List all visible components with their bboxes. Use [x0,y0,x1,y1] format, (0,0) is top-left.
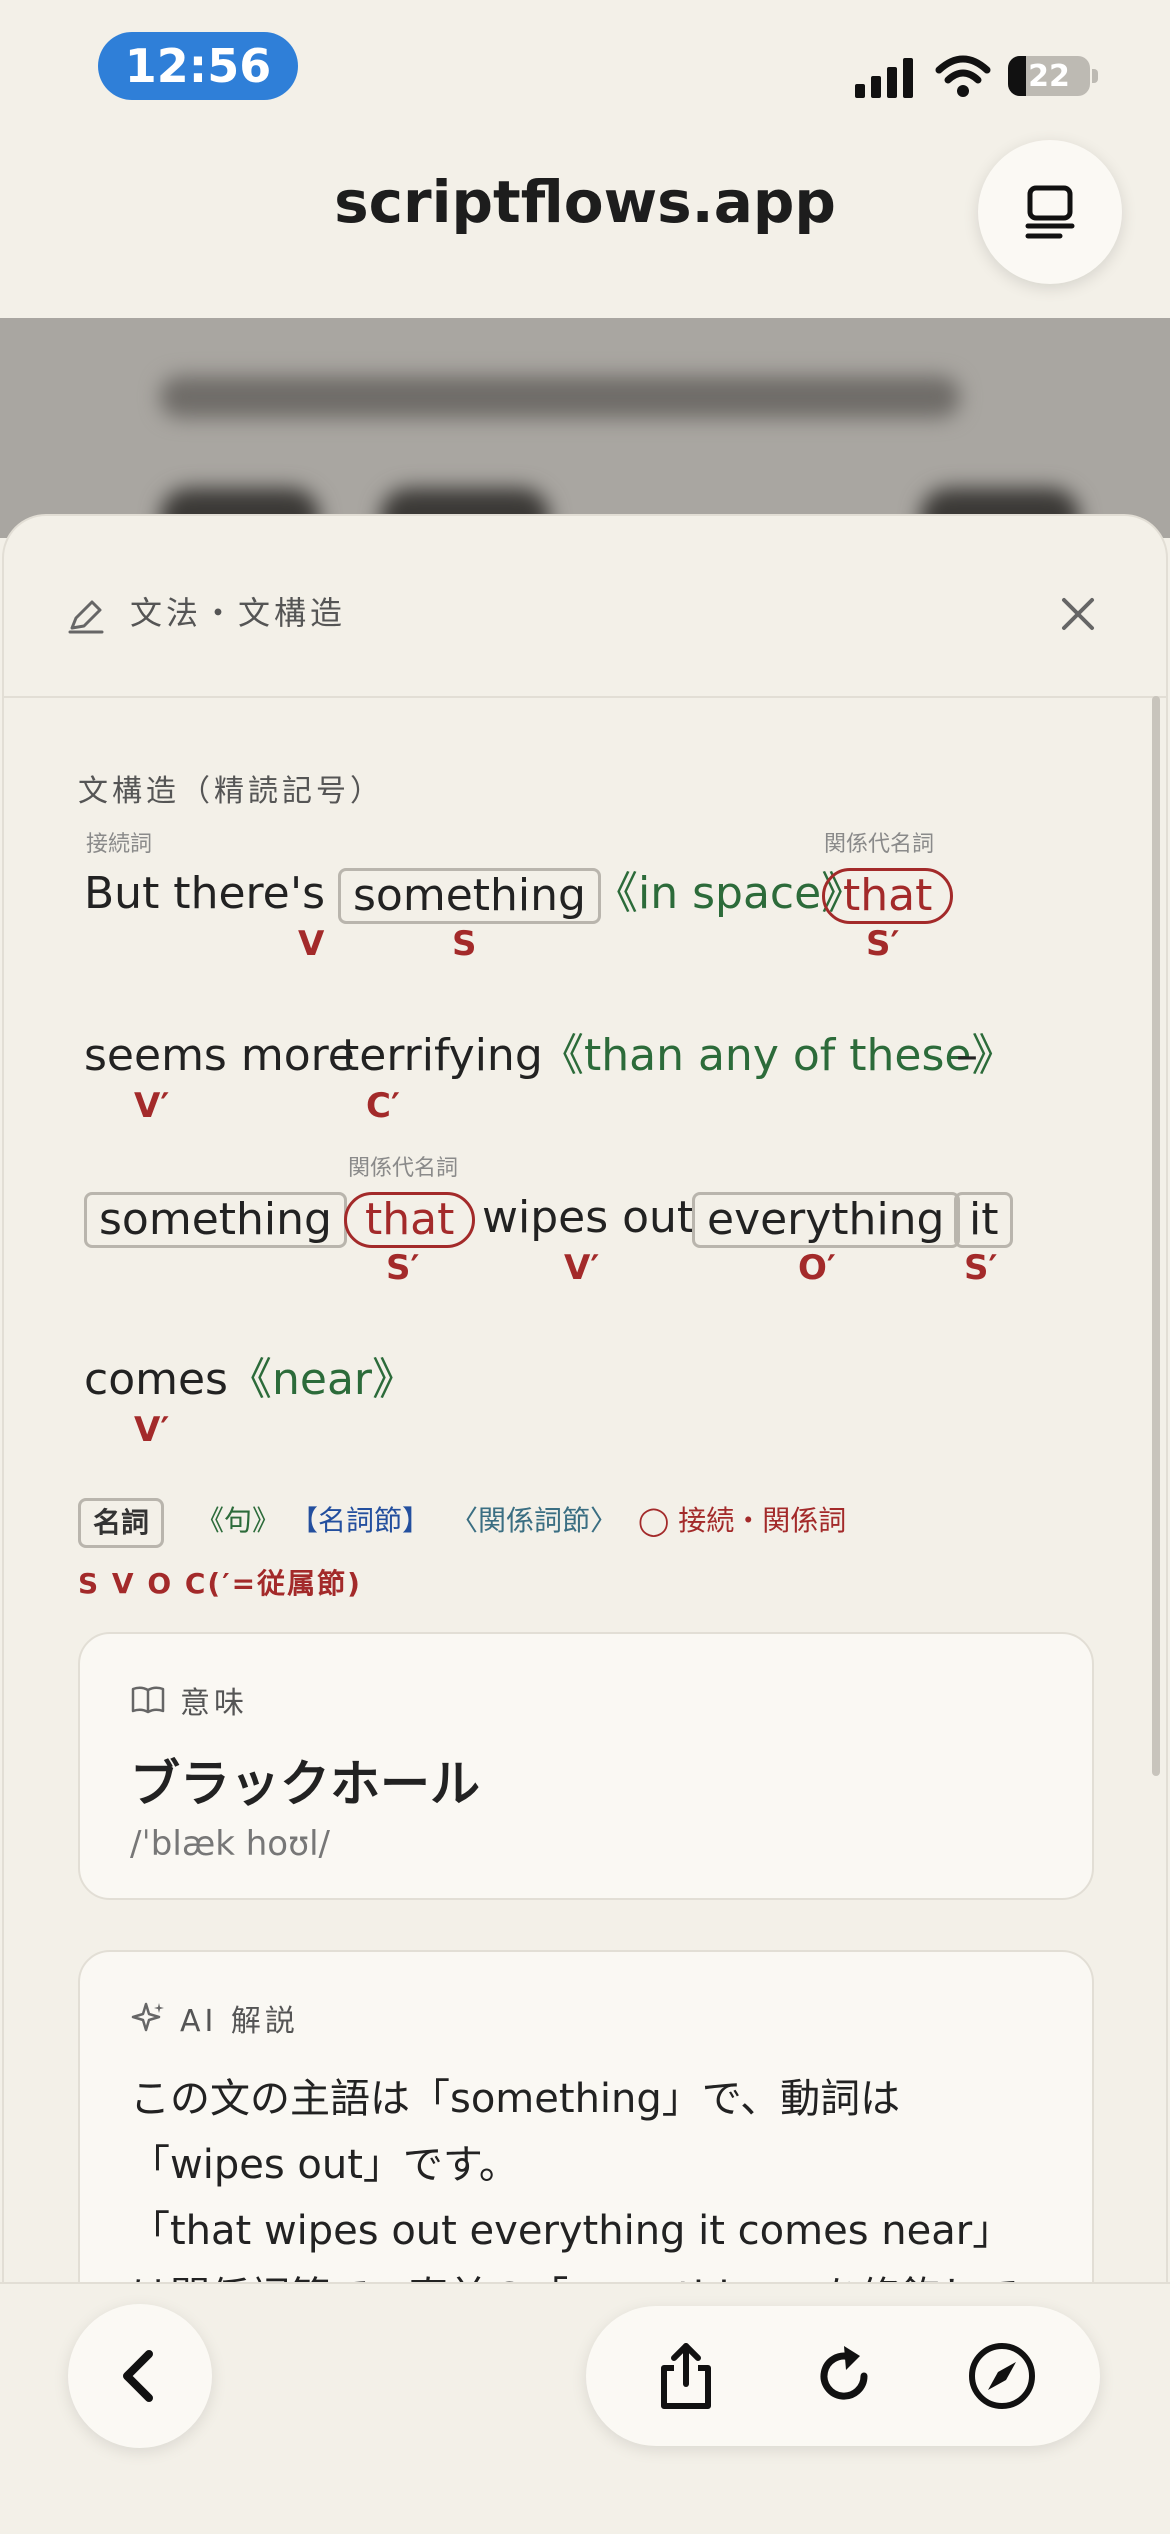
role-label: C′ [366,1086,400,1126]
compass-button[interactable] [952,2326,1052,2426]
meaning-ipa: /ˈblæk hoʊl/ [130,1824,330,1864]
ai-card-title: AI 解説 [180,2004,299,2039]
compass-icon [969,2343,1035,2409]
back-button[interactable] [68,2304,212,2448]
role-label: V′ [134,1410,170,1450]
role-label: V [298,924,325,964]
token-relative[interactable]: that [822,868,954,924]
token[interactable]: But there [84,866,290,922]
book-icon [131,1686,165,1714]
battery-nub [1092,69,1098,83]
sentence-line: comes V′ 《near》 [84,1352,1124,1472]
role-label: S′ [386,1248,420,1288]
role-label: O′ [798,1248,836,1288]
relative-pronoun-tag: 関係代名詞 [348,1156,459,1181]
meaning-card-header: 意味 [130,1678,248,1722]
sentence-line: something 関係代名詞 that S′ wipes out V′ eve… [84,1156,1124,1310]
legend-noun-clause: 【名詞節】 [290,1504,431,1537]
token[interactable]: – [956,1028,978,1084]
token-noun[interactable]: it [954,1192,1014,1248]
status-time: 12:56 [98,32,298,100]
scrollbar[interactable] [1152,696,1160,1776]
role-label: S′ [964,1248,998,1288]
wifi-icon [935,55,991,97]
back-chevron-icon [123,2350,153,2402]
sheet-header: 文法・文構造 [4,516,1166,698]
token-relative[interactable]: that [344,1192,476,1248]
share-button[interactable] [636,2326,736,2426]
sentence-line: seems more V′ terrifying C′ 《than any of… [84,1028,1124,1148]
conjunction-tag: 接続詞 [86,832,153,857]
token-phrase[interactable]: 《near》 [228,1352,416,1408]
meaning-card: 意味 ブラックホール /ˈblæk hoʊl/ [78,1632,1094,1900]
battery-level: 22 [1028,58,1070,94]
token[interactable]: seems more [84,1028,355,1084]
role-label: V′ [564,1248,600,1288]
legend-conj-relative: ◯ 接続・関係詞 [638,1504,847,1537]
token[interactable]: wipes out [482,1190,694,1246]
legend-noun: 名詞 [78,1498,165,1548]
token-noun[interactable]: something [338,868,601,924]
token-phrase[interactable]: 《than any of these》 [540,1028,1015,1084]
legend-relative-clause: 〈関係詞節〉 [450,1504,619,1537]
ai-explanation-line: この文の主語は「something」で、動詞は「wipes out」です。 [130,2076,901,2188]
legend-phrase: 《句》 [196,1504,281,1537]
bottom-toolbar [0,2282,1170,2534]
role-label: V′ [134,1086,170,1126]
token[interactable]: comes [84,1352,228,1408]
grammar-sheet: 文法・文構造 文構造（精読記号） 接続詞 But there 's V some… [2,514,1168,2532]
battery-icon: 22 [1008,56,1090,96]
token[interactable]: terrifying [342,1028,543,1084]
pen-icon [68,600,104,634]
meaning-card-title: 意味 [180,1686,248,1721]
blurred-page-content [0,318,1170,538]
token-noun[interactable]: everything [692,1192,960,1248]
status-bar: 12:56 22 [0,0,1170,130]
action-group [586,2306,1100,2446]
relative-pronoun-tag: 関係代名詞 [824,832,935,857]
sentence-line: 接続詞 But there 's V something S 《in space… [84,832,1124,986]
share-icon [661,2343,711,2409]
ai-card-header: AI 解説 [130,1996,299,2040]
legend-svoc: S V O C(′=従属節) [78,1567,362,1600]
reader-mode-button[interactable] [978,140,1122,284]
token-noun[interactable]: something [84,1192,347,1248]
signal-icon [855,58,913,98]
sparkle-icon [131,2002,164,2032]
role-label: S′ [866,924,900,964]
meaning-word: ブラックホール [130,1755,480,1813]
role-label: S [452,924,477,964]
section-label: 文構造（精読記号） [78,774,384,809]
reader-mode-icon [1025,185,1075,239]
token[interactable]: 's [290,866,325,922]
sheet-title: 文法・文構造 [130,594,347,632]
reload-button[interactable] [794,2326,894,2426]
reload-icon [820,2346,868,2400]
close-icon[interactable] [1054,590,1102,638]
